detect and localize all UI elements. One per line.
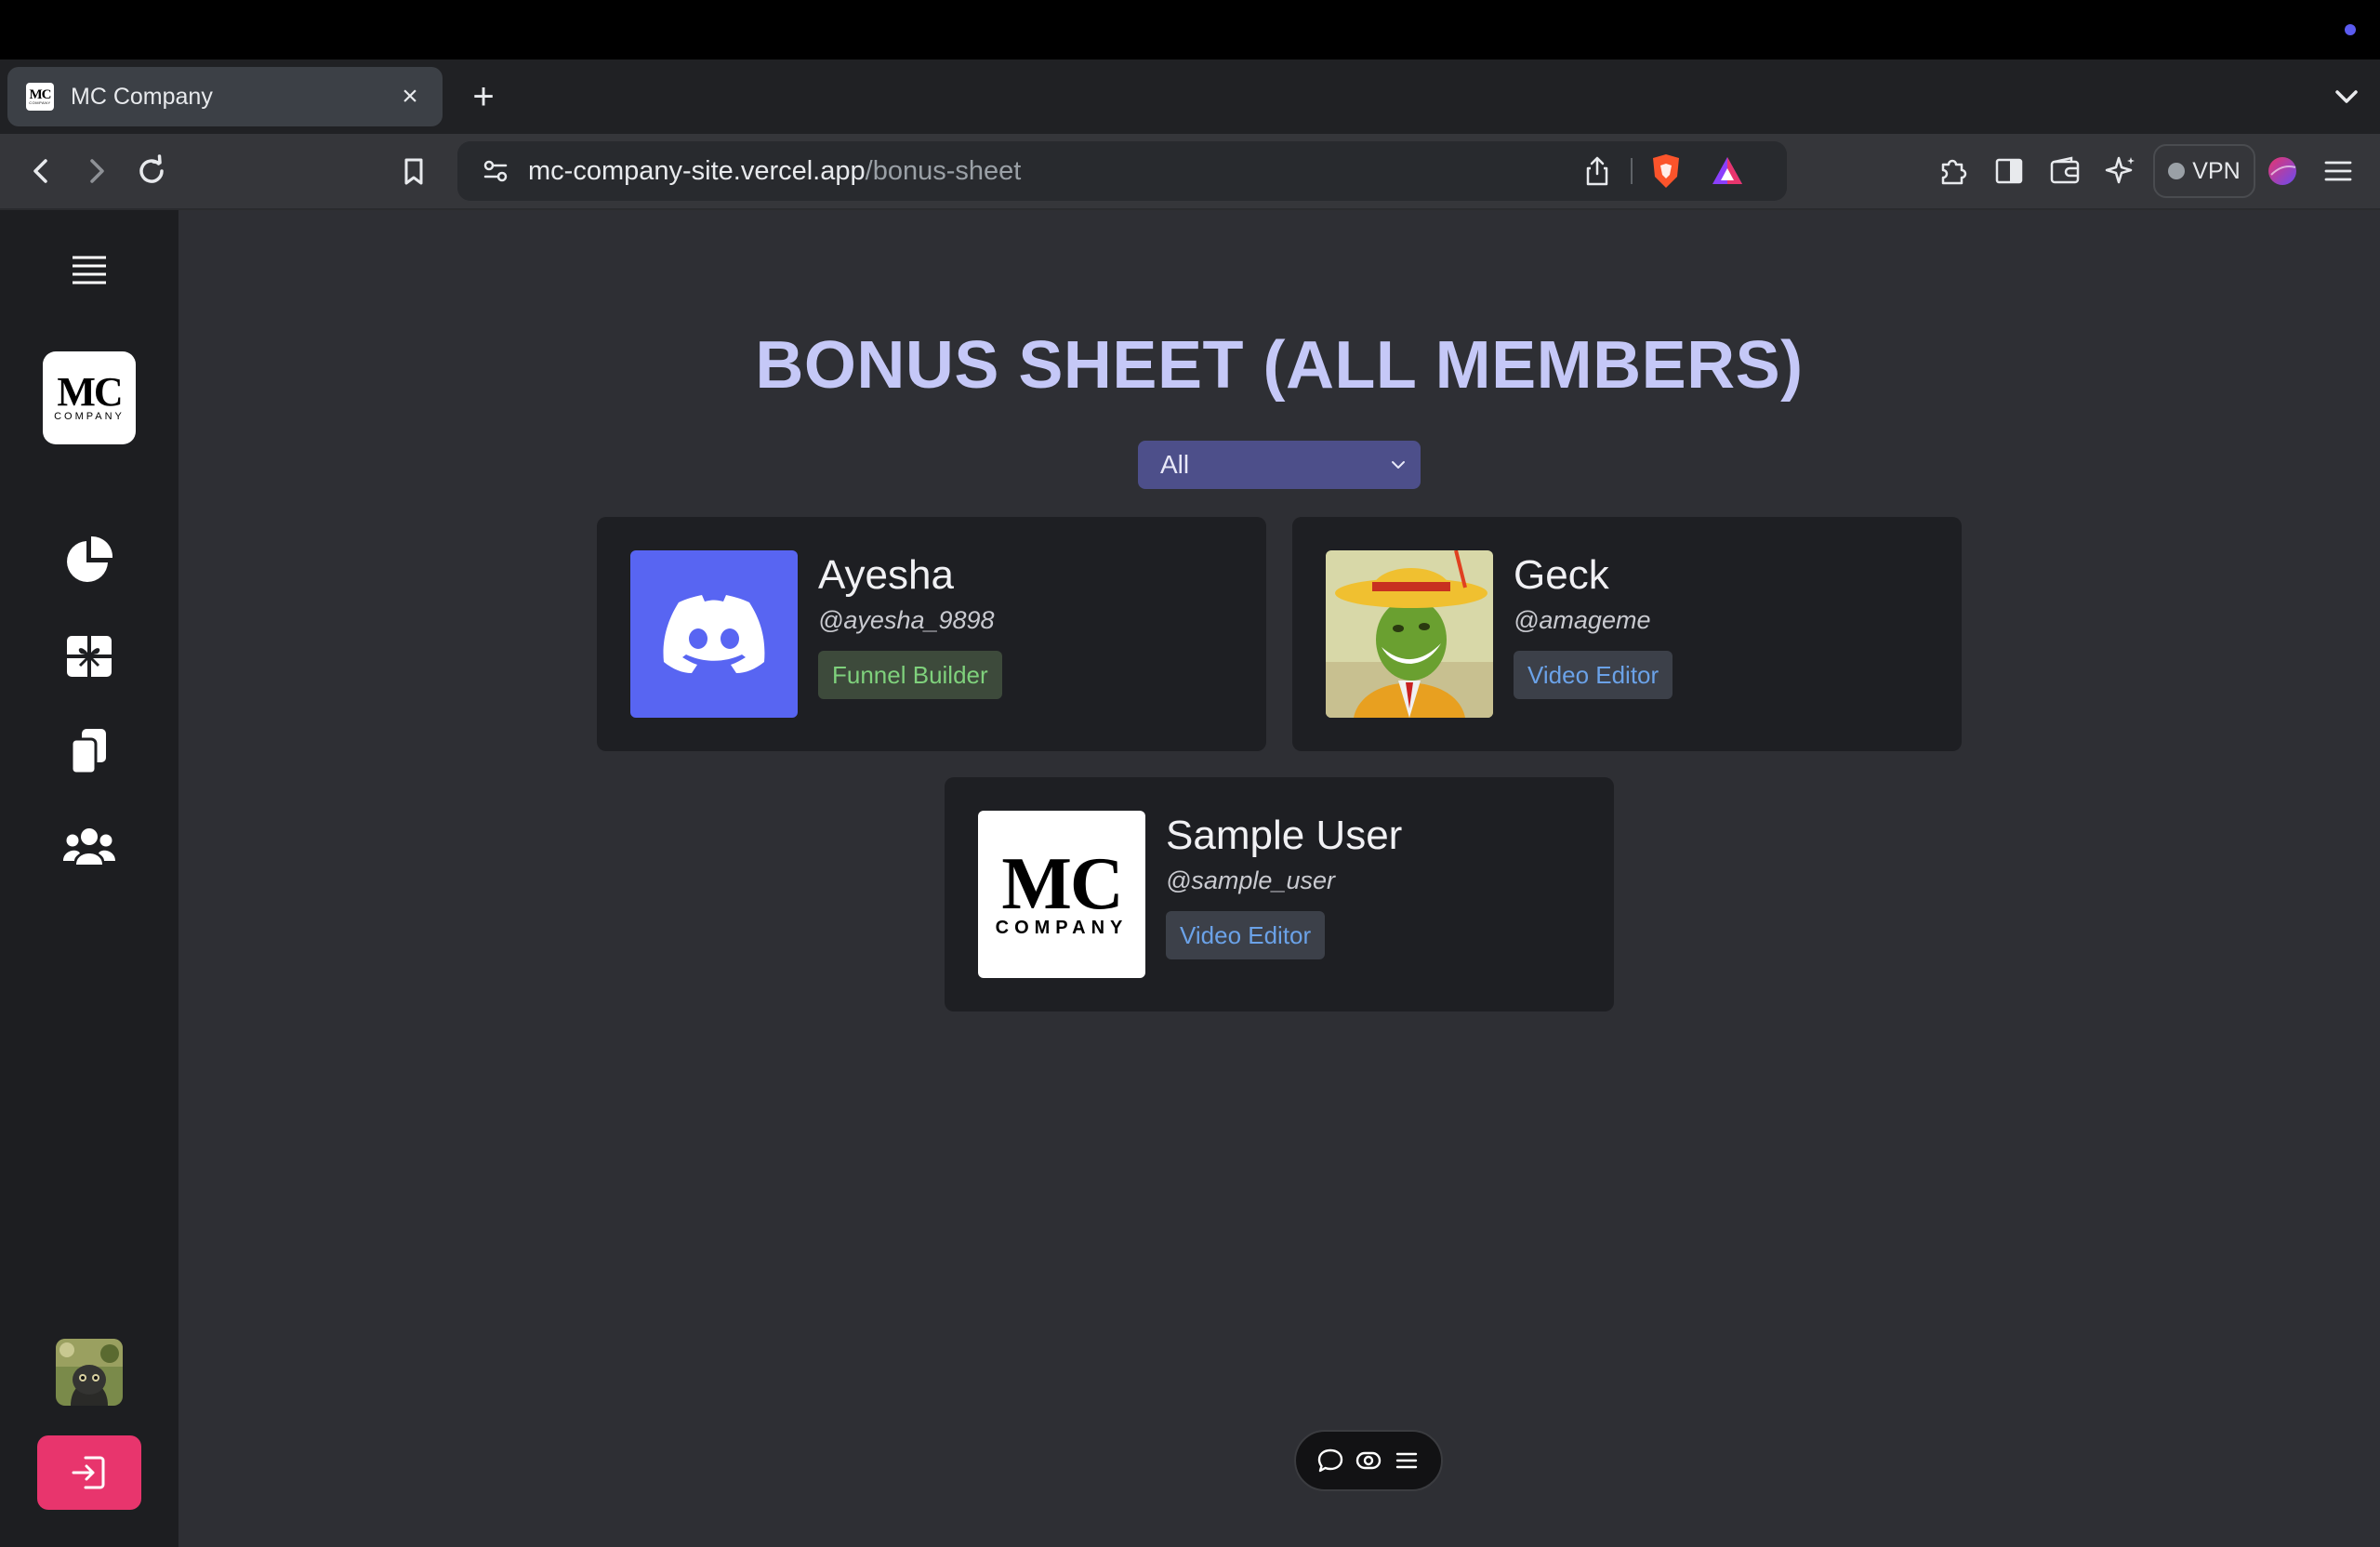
url-path: /bonus-sheet: [865, 156, 1022, 186]
bookmark-button[interactable]: [389, 146, 439, 196]
vpn-status-icon: [2168, 163, 2186, 179]
tab-favicon: MC COMPANY: [26, 83, 54, 111]
chevron-down-icon: [1392, 461, 1405, 469]
os-menu-bar: [0, 0, 2380, 60]
user-avatar[interactable]: [56, 1339, 123, 1406]
pie-chart-icon: [67, 536, 113, 582]
member-avatar: [1326, 550, 1493, 718]
forward-arrow-icon: [90, 159, 104, 183]
url-domain: mc-company-site.vercel.app: [528, 156, 866, 186]
logo-company-text: COMPANY: [54, 411, 125, 422]
brave-shields-icon[interactable]: [1644, 149, 1688, 193]
sidebar-item-bonus[interactable]: [43, 610, 136, 703]
wallet-button[interactable]: [2040, 146, 2090, 196]
role-filter-select[interactable]: All: [1138, 441, 1421, 489]
site-info-icon[interactable]: [470, 146, 521, 196]
menu-list-icon[interactable]: [1393, 1447, 1421, 1474]
comment-icon[interactable]: [1316, 1447, 1344, 1474]
reload-button[interactable]: [126, 146, 177, 196]
avatar-logo-company: COMPANY: [995, 917, 1129, 938]
address-bar[interactable]: mc-company-site.vercel.app/bonus-sheet: [457, 141, 1787, 201]
floating-toolbar: [1294, 1430, 1443, 1491]
member-handle: @sample_user: [1166, 866, 1335, 894]
reload-icon: [139, 154, 164, 183]
logo-mc-text: MC: [57, 369, 123, 415]
filter-selected-value: All: [1160, 450, 1190, 479]
app-viewport: MC COMPANY BONUS SHEET (ALL MEMBERS) All…: [0, 210, 2380, 1547]
user-avatar-image: [56, 1339, 123, 1406]
leo-ai-button[interactable]: [2096, 146, 2146, 196]
hamburger-icon: [73, 256, 106, 284]
forward-button[interactable]: [71, 146, 121, 196]
gift-icon: [67, 636, 112, 677]
profile-button[interactable]: [2257, 146, 2307, 196]
member-avatar: [630, 550, 798, 718]
login-button[interactable]: [37, 1435, 141, 1510]
sparkle-icon: [2105, 156, 2135, 184]
tab-list-chevron-icon[interactable]: [2324, 74, 2369, 119]
toggle-view-icon[interactable]: [1355, 1447, 1382, 1474]
sidebar-item-members[interactable]: [43, 801, 136, 894]
brave-rewards-icon[interactable]: [1705, 149, 1750, 193]
omnibox-divider: [1631, 158, 1633, 184]
role-badge: Funnel Builder: [818, 651, 1002, 699]
bookmark-icon: [404, 158, 423, 185]
browser-menu-button[interactable]: [2313, 146, 2363, 196]
vpn-button[interactable]: VPN: [2153, 144, 2255, 198]
favicon-mc: MC: [29, 87, 52, 102]
sidebar-menu-toggle[interactable]: [43, 223, 136, 316]
share-icon[interactable]: [1575, 149, 1620, 193]
sidebar-item-documents[interactable]: [43, 705, 136, 798]
member-name: Geck: [1514, 552, 1609, 598]
discord-logo-icon: [663, 595, 765, 673]
users-icon: [63, 828, 115, 865]
member-card[interactable]: Ayesha @ayesha_9898 Funnel Builder: [597, 517, 1266, 751]
browser-tab[interactable]: MC COMPANY MC Company ×: [7, 67, 443, 126]
page-title: BONUS SHEET (ALL MEMBERS): [755, 328, 1804, 403]
sidebar-panel-icon: [1995, 158, 2023, 184]
status-dot: [2345, 24, 2356, 35]
sidebar-toggle-button[interactable]: [1984, 146, 2034, 196]
main-content: BONUS SHEET (ALL MEMBERS) All Ayesha @ay…: [178, 210, 2380, 1547]
tab-close-icon[interactable]: ×: [396, 81, 424, 112]
url-text: mc-company-site.vercel.app/bonus-sheet: [528, 141, 1021, 201]
hamburger-menu-icon: [2324, 161, 2352, 181]
tab-title: MC Company: [71, 83, 213, 110]
vpn-label: VPN: [2192, 157, 2241, 184]
browser-toolbar: mc-company-site.vercel.app/bonus-sheet V…: [0, 134, 2380, 210]
avatar-logo-mc: MC: [1001, 842, 1123, 925]
back-button[interactable]: [17, 146, 67, 196]
sidebar-logo[interactable]: MC COMPANY: [43, 351, 136, 444]
member-card[interactable]: Geck @amageme Video Editor: [1292, 517, 1962, 751]
wallet-icon: [2050, 156, 2080, 184]
member-avatar: MC COMPANY: [978, 811, 1145, 978]
copy-icon: [70, 729, 106, 775]
member-card[interactable]: MC COMPANY Sample User @sample_user Vide…: [945, 777, 1614, 1012]
new-tab-button[interactable]: +: [465, 73, 502, 121]
favicon-company: COMPANY: [29, 100, 51, 105]
role-badge: Video Editor: [1514, 651, 1673, 699]
puzzle-icon: [1941, 159, 1967, 185]
member-name: Sample User: [1166, 813, 1403, 858]
extensions-button[interactable]: [1928, 146, 1978, 196]
sidebar: MC COMPANY: [0, 210, 178, 1547]
sidebar-item-dashboard[interactable]: [43, 513, 136, 606]
profile-avatar-icon: [2268, 157, 2296, 185]
login-icon: [72, 1456, 105, 1489]
back-arrow-icon: [33, 159, 47, 183]
member-handle: @amageme: [1514, 606, 1651, 634]
role-badge: Video Editor: [1166, 911, 1326, 959]
member-photo: [1326, 550, 1493, 718]
tab-strip: MC COMPANY MC Company × +: [0, 60, 2380, 134]
member-handle: @ayesha_9898: [818, 606, 995, 634]
member-name: Ayesha: [818, 552, 954, 598]
